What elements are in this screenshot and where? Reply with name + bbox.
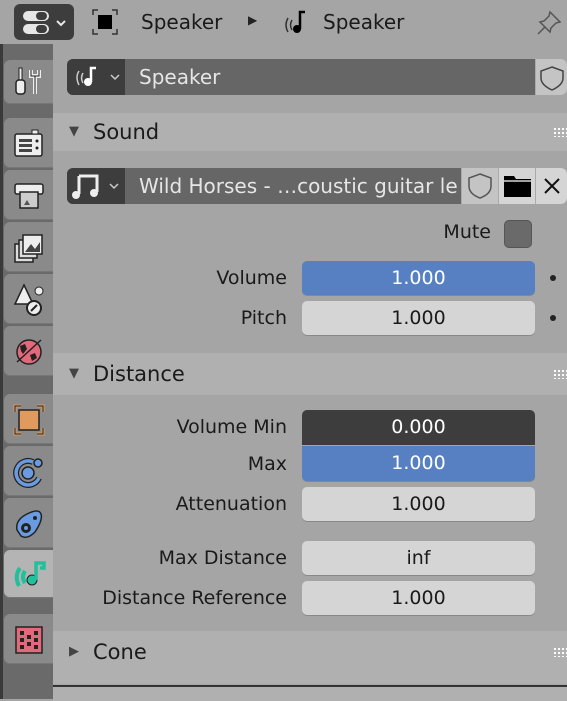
render-icon	[14, 129, 43, 157]
open-sound-button[interactable]	[498, 168, 536, 204]
sound-fake-user-button[interactable]	[461, 168, 499, 204]
distance-reference-label: Distance Reference	[102, 587, 287, 609]
view-layer-icon	[14, 234, 43, 263]
breadcrumb-speaker[interactable]: Speaker	[323, 10, 404, 34]
attenuation-label: Attenuation	[175, 493, 287, 515]
distance-panel-title: Distance	[93, 362, 185, 386]
max-distance-field[interactable]: inf	[302, 541, 535, 575]
collapse-arrow-icon: ▼	[69, 366, 79, 381]
cone-panel-title: Cone	[93, 640, 147, 664]
texture-icon	[15, 626, 43, 654]
volume-max-field[interactable]: 1.000	[302, 446, 535, 481]
object-icon	[92, 9, 118, 35]
tab-physics[interactable]	[4, 446, 53, 496]
collapse-arrow-icon: ▼	[69, 124, 79, 139]
shield-icon	[468, 173, 492, 199]
sidebar-border	[0, 44, 3, 699]
tab-render[interactable]	[4, 118, 53, 168]
volume-min-label: Volume Min	[176, 416, 287, 438]
properties-header: Speaker ▶ Speaker	[0, 0, 567, 44]
drag-grip-icon[interactable]	[553, 127, 567, 137]
attenuation-field[interactable]: 1.000	[302, 487, 535, 521]
volume-field[interactable]: 1.000	[302, 261, 535, 295]
expand-arrow-icon: ▶	[69, 644, 79, 659]
speaker-data-icon	[285, 10, 305, 33]
properties-editor-icon	[23, 11, 66, 34]
volume-keyframe-dot[interactable]	[550, 275, 556, 281]
pin-icon[interactable]	[536, 8, 564, 36]
max-distance-label: Max Distance	[158, 547, 287, 569]
distance-panel-header[interactable]: ▼ Distance	[53, 353, 567, 395]
browse-speaker-button[interactable]	[67, 59, 125, 95]
tab-output[interactable]	[4, 170, 53, 220]
tab-object[interactable]	[4, 394, 53, 444]
fake-user-button[interactable]	[535, 59, 567, 95]
distance-reference-field[interactable]: 1.000	[302, 581, 535, 615]
pitch-keyframe-dot[interactable]	[550, 315, 556, 321]
output-icon	[14, 183, 44, 209]
breadcrumb-object[interactable]: Speaker	[141, 10, 222, 34]
sound-panel-title: Sound	[93, 120, 160, 144]
sound-panel-header[interactable]: ▼ Sound	[53, 113, 567, 151]
tab-texture[interactable]	[4, 614, 53, 664]
speaker-datablock-selector: Speaker	[67, 59, 567, 95]
pitch-field[interactable]: 1.000	[302, 301, 535, 335]
tab-speaker-data[interactable]	[4, 550, 53, 598]
unlink-sound-button[interactable]	[535, 168, 567, 204]
object-properties-icon	[13, 404, 45, 436]
drag-grip-icon[interactable]	[553, 647, 567, 657]
volume-label: Volume	[216, 267, 287, 289]
mute-label: Mute	[443, 221, 491, 243]
object-constraints-icon	[15, 510, 43, 539]
speaker-name-field[interactable]: Speaker	[139, 65, 220, 89]
speaker-data-icon	[14, 561, 46, 587]
sound-datablock-selector: Wild Horses - …coustic guitar le	[67, 168, 567, 204]
world-icon	[16, 339, 42, 365]
folder-icon	[504, 176, 531, 197]
browse-sound-button[interactable]	[67, 168, 125, 204]
tab-world[interactable]	[4, 326, 53, 376]
tab-scene[interactable]	[4, 274, 53, 324]
shield-icon	[540, 66, 564, 91]
speaker-data-icon	[76, 66, 120, 86]
tab-constraints[interactable]	[4, 498, 53, 548]
breadcrumb-separator-icon: ▶	[248, 13, 258, 27]
tab-tool[interactable]	[4, 60, 53, 104]
cone-panel-header[interactable]: ▶ Cone	[53, 631, 567, 684]
drag-grip-icon[interactable]	[553, 369, 567, 379]
pitch-label: Pitch	[240, 307, 287, 329]
mute-checkbox[interactable]	[504, 220, 532, 248]
editor-type-button[interactable]	[14, 4, 74, 40]
scene-icon	[13, 283, 44, 316]
physics-icon	[13, 457, 43, 488]
tab-view-layer[interactable]	[4, 222, 53, 272]
sound-file-name[interactable]: Wild Horses - …coustic guitar le	[139, 174, 458, 198]
volume-max-label: Max	[247, 453, 287, 475]
close-icon	[544, 178, 560, 194]
volume-min-field[interactable]: 0.000	[302, 410, 535, 445]
tool-icon	[15, 67, 41, 95]
sound-icon	[72, 174, 119, 199]
